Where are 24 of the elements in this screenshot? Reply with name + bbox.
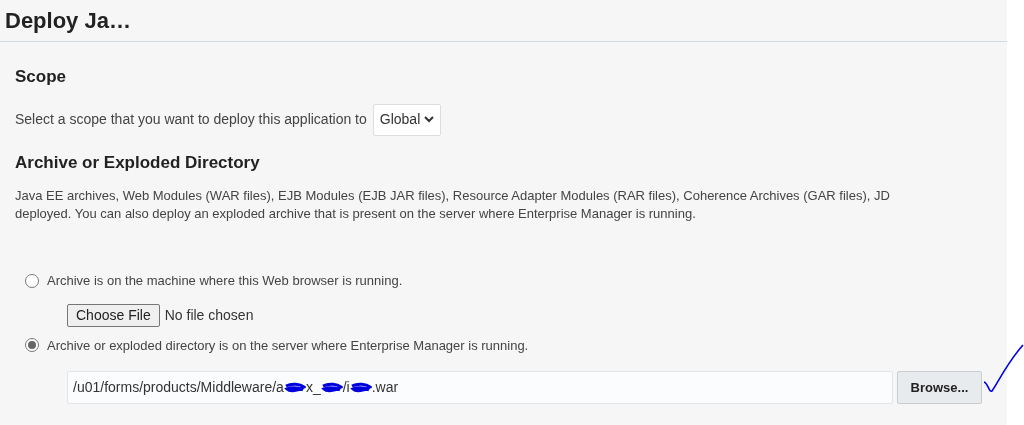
file-status-text: No file chosen [164,305,254,325]
description-text: deployed. You can also deploy an exploded archive that is present on the server where Enterprise Manager is running. [15,205,696,223]
path-text: x_ [305,378,321,397]
browse-button[interactable]: Browse... [897,371,982,404]
section-heading: Archive or Exploded Directory [15,151,261,174]
description-text: Java EE archives, Web Modules (WAR files), EJB Modules (EJB JAR files), Resource Adapter Modules (RAR files), Coherence Archives (GAR files), JD [15,187,890,205]
chevron-down-icon [424,116,435,123]
path-text: .war [371,378,399,397]
scribble-mark [349,381,372,394]
radio-button[interactable] [25,338,39,353]
pen-stroke-drawing [983,343,1024,395]
path-input-field[interactable]: /u01/forms/products/Middleware/a x_ /i .war [67,371,893,404]
path-text: /u01/forms/products/Middleware/a [73,378,284,397]
option-label: Archive or exploded directory is on the server where Enterprise Manager is running. [47,336,529,355]
scribble-mark [283,381,306,394]
choose-file-button[interactable]: Choose File [67,303,160,327]
radio-button[interactable] [25,273,39,288]
path-text: /i [342,378,350,397]
section-heading: Scope [15,66,68,88]
option-label: Archive is on the machine where this Web browser is running. [47,272,403,290]
scope-prompt: Select a scope that you want to deploy this application to [15,110,367,129]
page-title: Deploy Ja… [5,7,131,35]
scribble-mark [320,381,343,394]
scope-select[interactable]: Global [372,103,442,136]
